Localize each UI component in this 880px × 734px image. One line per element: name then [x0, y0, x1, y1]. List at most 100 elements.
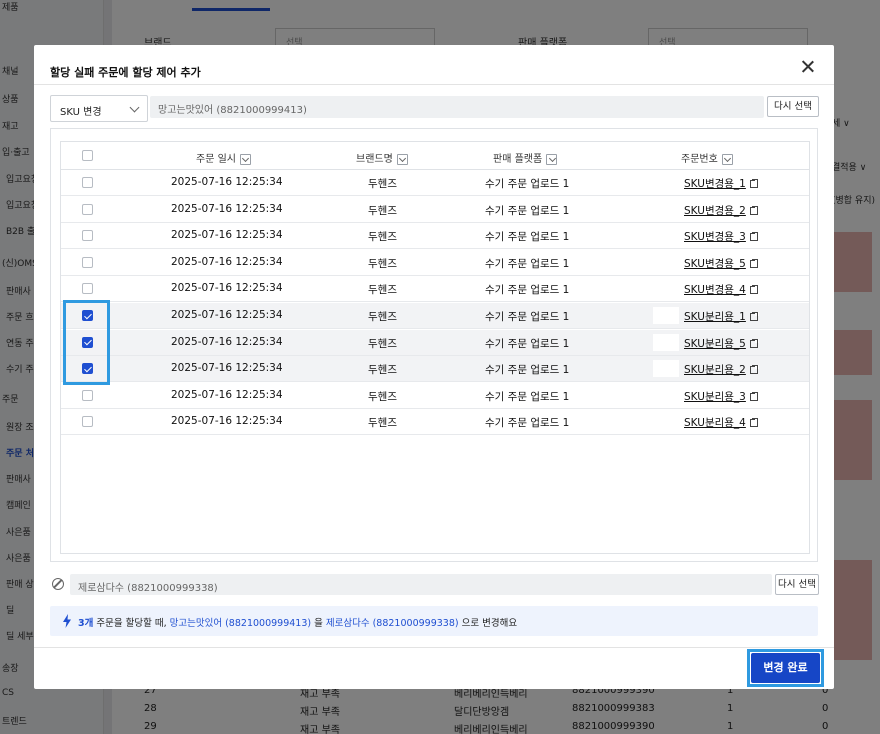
external-link-icon[interactable] [749, 285, 759, 295]
table-row[interactable]: 2025-07-16 12:25:34 두헨즈 수기 주문 업로드 1 SKU분리용_… [61, 383, 809, 409]
row-checkbox[interactable] [82, 389, 93, 401]
table-row[interactable]: 2025-07-16 12:25:34 두헨즈 수기 주문 업로드 1 SKU변경용_… [61, 197, 809, 223]
source-product-field: 망고는맛있어 (8821000999413) [150, 96, 764, 118]
order-number-text: SKU분리용_1 [684, 311, 746, 323]
modal-title: 할당 실패 주문에 할당 제어 추가 [50, 66, 201, 79]
sort-dropdown-icon[interactable] [239, 153, 251, 165]
column-order-number[interactable]: 주문번호 [681, 150, 733, 165]
cell-date: 2025-07-16 12:25:34 [171, 229, 283, 242]
row-checkbox[interactable] [82, 283, 93, 295]
table-row[interactable]: 2025-07-16 12:25:34 두헨즈 수기 주문 업로드 1 SKU분리용_… [61, 409, 809, 436]
cell-date: 2025-07-16 12:25:34 [171, 282, 283, 295]
order-number-text: SKU변경용_2 [684, 204, 746, 217]
cell-brand: 두헨즈 [368, 231, 397, 244]
cell-date: 2025-07-16 12:25:34 [171, 176, 283, 188]
table-row[interactable]: 2025-07-16 12:25:34 두헨즈 수기 주문 업로드 1 SKU분리용_… [61, 303, 809, 329]
select-all-checkbox[interactable] [82, 150, 93, 161]
source-product-value: 망고는맛있어 (8821000999413) [158, 105, 307, 116]
order-number-link[interactable]: SKU분리용_4 [684, 415, 759, 430]
selection-highlight [63, 300, 110, 385]
sort-dropdown-icon[interactable] [721, 153, 733, 165]
external-link-icon[interactable] [749, 179, 759, 188]
cell-date: 2025-07-16 12:25:34 [171, 255, 283, 268]
mask [653, 307, 679, 324]
order-number-link[interactable]: SKU분리용_1 [684, 309, 759, 324]
change-type-value: SKU 변경 [60, 107, 102, 118]
external-link-icon[interactable] [749, 258, 759, 268]
table-header: 주문 일시 브랜드명 판매 플랫폼 주문번호 [61, 142, 809, 170]
column-label: 브랜드명 [356, 154, 393, 165]
cell-platform: 수기 주문 업로드 1 [485, 337, 570, 350]
submit-button[interactable]: 변경 완료 [751, 653, 820, 683]
reselect-source-button[interactable]: 다시 선택 [767, 96, 819, 117]
reselect-target-button[interactable]: 다시 선택 [775, 574, 819, 595]
info-message: 3개 주문을 할당할 때, 망고는맛있어 (8821000999413) 을 제… [78, 615, 517, 629]
row-checkbox[interactable] [82, 416, 93, 428]
row-checkbox[interactable] [82, 177, 93, 188]
lightning-icon [63, 614, 71, 628]
table-row[interactable]: 2025-07-16 12:25:34 두헨즈 수기 주문 업로드 1 SKU변경용_… [61, 276, 809, 303]
cell-platform: 수기 주문 업로드 1 [485, 204, 570, 217]
cell-platform: 수기 주문 업로드 1 [485, 257, 570, 270]
cell-platform: 수기 주문 업로드 1 [485, 417, 570, 430]
table-row[interactable]: 2025-07-16 12:25:34 두헨즈 수기 주문 업로드 1 SKU분리용_… [61, 329, 809, 356]
table-row[interactable]: 2025-07-16 12:25:34 두헨즈 수기 주문 업로드 1 SKU변경용_… [61, 250, 809, 276]
order-number-link[interactable]: SKU변경용_3 [684, 229, 759, 244]
column-label: 주문번호 [681, 154, 718, 165]
mask [653, 360, 679, 378]
info-part2: 을 [311, 618, 326, 629]
order-number-text: SKU변경용_5 [684, 257, 746, 270]
info-from-product: 망고는맛있어 (8821000999413) [169, 618, 312, 629]
cell-date: 2025-07-16 12:25:34 [171, 415, 283, 428]
close-icon[interactable] [798, 57, 818, 77]
table-row[interactable]: 2025-07-16 12:25:34 두헨즈 수기 주문 업로드 1 SKU변경용_… [61, 170, 809, 196]
order-number-text: SKU분리용_3 [684, 390, 746, 403]
external-link-icon[interactable] [749, 232, 759, 242]
change-type-select[interactable]: SKU 변경 [50, 95, 148, 122]
order-number-link[interactable]: SKU변경용_4 [684, 282, 759, 297]
cell-platform: 수기 주문 업로드 1 [485, 284, 570, 297]
order-number-text: SKU분리용_2 [684, 364, 746, 377]
sort-dropdown-icon[interactable] [396, 153, 408, 165]
order-number-link[interactable]: SKU분리용_3 [684, 389, 759, 404]
cell-date: 2025-07-16 12:25:34 [171, 335, 283, 348]
order-number-link[interactable]: SKU변경용_5 [684, 256, 759, 271]
column-label: 판매 플랫폼 [493, 154, 543, 165]
external-link-icon[interactable] [749, 418, 759, 428]
target-product-field: 제로삼다수 (8821000999338) [70, 574, 772, 595]
external-link-icon[interactable] [749, 391, 759, 401]
order-number-link[interactable]: SKU변경용_2 [684, 203, 759, 218]
order-number-text: SKU변경용_4 [684, 284, 746, 297]
column-platform[interactable]: 판매 플랫폼 [493, 150, 558, 165]
external-link-icon[interactable] [749, 312, 759, 321]
row-checkbox[interactable] [82, 203, 93, 215]
column-label: 주문 일시 [196, 154, 236, 165]
cell-brand: 두헨즈 [368, 257, 397, 270]
column-brand[interactable]: 브랜드명 [356, 150, 408, 165]
external-link-icon[interactable] [749, 205, 759, 215]
info-to-product: 제로삼다수 (8821000999338) [325, 618, 459, 629]
row-checkbox[interactable] [82, 230, 93, 242]
orders-table: 주문 일시 브랜드명 판매 플랫폼 주문번호 2025-07-16 12:25:… [60, 141, 810, 554]
info-part1: 주문을 할당할 때, [93, 618, 170, 629]
order-number-link[interactable]: SKU분리용_2 [684, 362, 759, 377]
cell-brand: 두헨즈 [368, 417, 397, 430]
table-row[interactable]: 2025-07-16 12:25:34 두헨즈 수기 주문 업로드 1 SKU변경용_… [61, 223, 809, 250]
orders-panel: 주문 일시 브랜드명 판매 플랫폼 주문번호 2025-07-16 12:25:… [50, 128, 818, 562]
cell-brand: 두헨즈 [368, 284, 397, 297]
mask [653, 333, 679, 351]
external-link-icon[interactable] [749, 338, 759, 348]
cell-brand: 두헨즈 [368, 311, 397, 323]
cell-date: 2025-07-16 12:25:34 [171, 309, 283, 321]
order-number-text: SKU분리용_5 [684, 337, 746, 350]
column-order-date[interactable]: 주문 일시 [196, 150, 251, 165]
sort-dropdown-icon[interactable] [546, 153, 558, 165]
order-number-link[interactable]: SKU변경용_1 [684, 176, 759, 191]
info-count: 3개 [78, 618, 94, 629]
row-checkbox[interactable] [82, 256, 93, 268]
target-product-value: 제로삼다수 (8821000999338) [78, 583, 218, 594]
order-number-link[interactable]: SKU분리용_5 [684, 336, 759, 351]
cell-platform: 수기 주문 업로드 1 [485, 178, 570, 190]
table-row[interactable]: 2025-07-16 12:25:34 두헨즈 수기 주문 업로드 1 SKU분리용_… [61, 356, 809, 383]
external-link-icon[interactable] [749, 365, 759, 375]
